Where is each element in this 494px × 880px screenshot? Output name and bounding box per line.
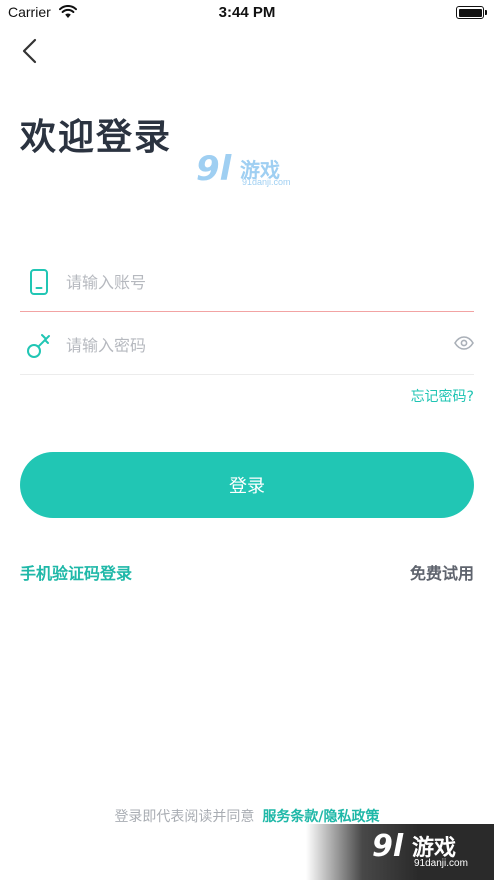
login-screen: Carrier 3:44 PM 欢迎登录 9l 游戏 91danji.com 请…	[0, 0, 494, 880]
account-input[interactable]	[66, 266, 436, 298]
watermark-logo: 9l 游戏 91danji.com	[196, 150, 296, 194]
phone-icon	[30, 269, 48, 295]
chevron-left-icon[interactable]	[18, 38, 42, 64]
sms-login-link[interactable]: 手机验证码登录	[20, 560, 132, 584]
login-button[interactable]: 登录	[20, 452, 474, 518]
battery-icon	[456, 6, 487, 19]
watermark-corner-url: 91danji.com	[414, 858, 468, 869]
password-field	[20, 315, 474, 375]
watermark-corner: 9l 游戏 91danji.com	[306, 824, 494, 880]
free-trial-link[interactable]: 免费试用	[410, 560, 474, 584]
watermark-logo-num: 9l	[196, 149, 232, 189]
watermark-url: 91danji.com	[242, 177, 291, 187]
terms-privacy-link[interactable]: 服务条款/隐私政策	[262, 809, 379, 825]
battery-fill	[458, 8, 482, 17]
agreement-notice: 登录即代表阅读并同意 服务条款/隐私政策	[0, 806, 494, 826]
status-bar: Carrier 3:44 PM	[0, 0, 494, 26]
status-time: 3:44 PM	[218, 4, 276, 21]
account-field	[20, 252, 474, 312]
page-title: 欢迎登录	[20, 117, 173, 158]
password-input[interactable]	[66, 329, 436, 361]
watermark-corner-num: 9l	[372, 829, 404, 864]
agreement-text: 登录即代表阅读并同意	[114, 809, 255, 825]
forgot-password-link[interactable]: 忘记密码?	[411, 386, 474, 406]
key-icon	[27, 334, 50, 358]
eye-icon[interactable]	[454, 335, 474, 351]
